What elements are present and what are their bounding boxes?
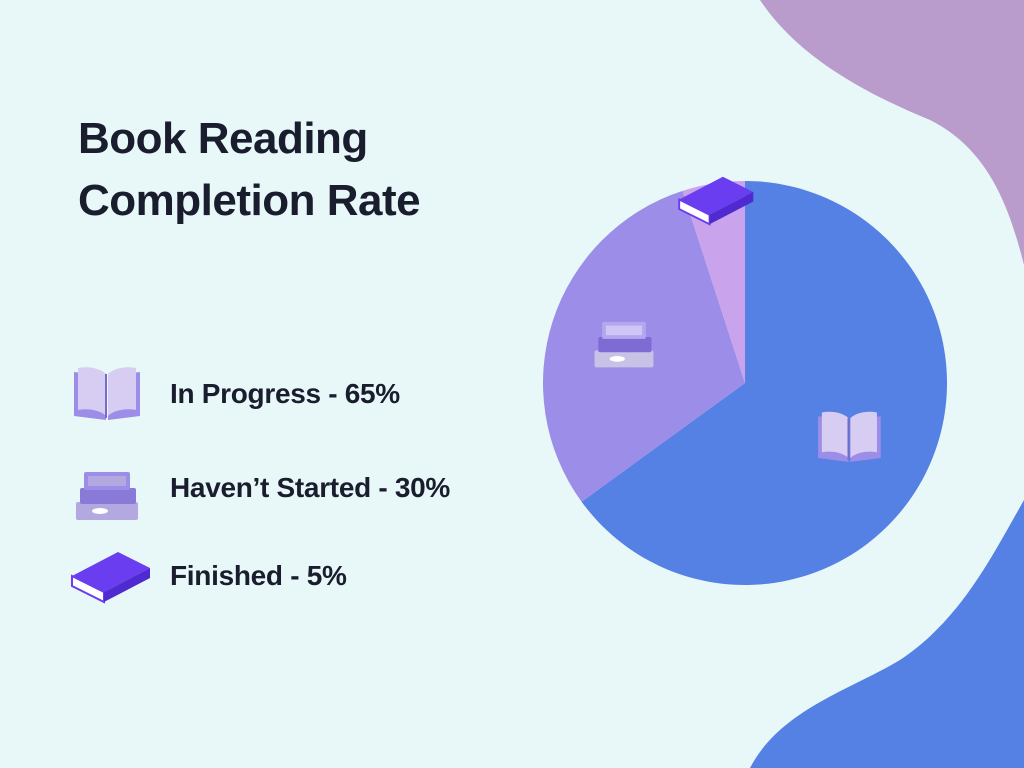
open-book-icon [74, 367, 140, 420]
book-stack-icon [76, 472, 138, 520]
legend-label-finished: Finished - 5% [170, 560, 347, 591]
book-stack-icon [594, 321, 654, 368]
legend-item-finished: Finished - 5% [70, 550, 530, 620]
chart-title-line-2: Completion Rate [78, 176, 421, 225]
chart-title-line-1: Book Reading [78, 114, 368, 163]
closed-book-icon [71, 552, 150, 604]
legend-item-havent-started: Haven’t Started - 30% [70, 464, 530, 534]
legend-item-in-progress: In Progress - 65% [70, 362, 530, 432]
chart-title: Book Reading Completion Rate [78, 108, 538, 232]
pie-slices [543, 181, 947, 585]
open-book-icon [818, 411, 881, 462]
legend-label-in-progress: In Progress - 65% [170, 378, 400, 409]
pie-chart [543, 176, 947, 585]
legend-label-havent-started: Haven’t Started - 30% [170, 472, 451, 503]
